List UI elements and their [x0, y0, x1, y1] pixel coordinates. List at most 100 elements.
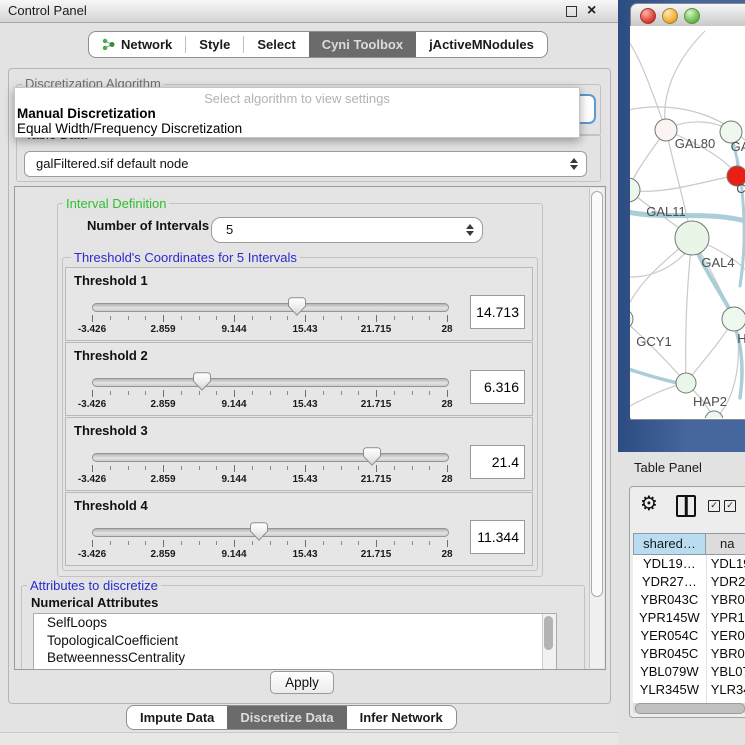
close-traffic-light-icon[interactable]	[640, 8, 656, 24]
control-panel-tabbar: Network Style Select Cyni Toolbox jActiv…	[88, 31, 548, 58]
numerical-attributes-list[interactable]: SelfLoopsTopologicalCoefficientBetweenne…	[33, 613, 557, 670]
panel-scrollbar[interactable]	[589, 188, 604, 668]
threshold-value-field[interactable]: 14.713	[470, 295, 525, 329]
list-item[interactable]: BetweennessCentrality	[34, 649, 556, 667]
panel-title: Control Panel	[8, 0, 87, 22]
select-all-checkbox-icon[interactable]: ✓	[708, 500, 720, 512]
slider-thumb[interactable]	[250, 522, 268, 541]
list-item[interactable]: TopologicalCoefficient	[34, 632, 556, 650]
control-panel: Control Panel × Network Style Select Cyn…	[0, 0, 619, 745]
table-row[interactable]: YBR043CYBR04	[633, 591, 745, 609]
slider-track[interactable]	[92, 303, 449, 312]
node-label: HAP2	[693, 394, 727, 409]
split-columns-icon[interactable]	[676, 495, 696, 517]
slider-ticks	[92, 315, 447, 323]
threshold-label: Threshold 4	[74, 498, 148, 513]
table-row[interactable]: YER054CYER05	[633, 627, 745, 645]
threshold-label: Threshold 1	[74, 273, 148, 288]
algorithm-dropdown-popup: Select algorithm to view settings Manual…	[14, 87, 580, 138]
tab-infer-network[interactable]: Infer Network	[347, 706, 456, 729]
close-icon[interactable]: ×	[587, 0, 596, 22]
tab-network[interactable]: Network	[89, 32, 185, 57]
attributes-group-title: Attributes to discretize	[27, 578, 161, 593]
apply-button[interactable]: Apply	[270, 671, 334, 694]
list-item[interactable]: SelfLoops	[34, 614, 556, 632]
threshold-slider: -3.4262.8599.14415.4321.71528	[92, 371, 447, 413]
algorithm-option-equal-width[interactable]: Equal Width/Frequency Discretization	[15, 121, 579, 136]
number-of-intervals-value: 5	[226, 218, 233, 242]
network-node[interactable]	[676, 373, 696, 393]
list-scrollbar[interactable]	[542, 614, 556, 670]
network-node[interactable]	[722, 307, 745, 331]
zoom-traffic-light-icon[interactable]	[684, 8, 700, 24]
node-label: GAL80	[675, 136, 715, 151]
cyni-mode-tabbar: Impute Data Discretize Data Infer Networ…	[126, 705, 457, 730]
table-row[interactable]: YDL19…YDL19	[633, 555, 745, 573]
settings-scroll-panel: Interval Definition Number of Intervals …	[14, 186, 606, 670]
network-node[interactable]	[705, 411, 723, 418]
threshold-value-field[interactable]: 21.4	[470, 445, 525, 479]
tab-cyni-toolbox[interactable]: Cyni Toolbox	[309, 32, 416, 57]
node-label: GAL11	[646, 204, 686, 219]
table-row[interactable]: YPR145WYPR14	[633, 609, 745, 627]
tab-label: Network	[121, 37, 172, 52]
interval-definition-title: Interval Definition	[63, 196, 169, 211]
threshold-panel-2: Threshold 2 -3.4262.8599.14415.4321.7152…	[65, 342, 533, 416]
tab-jactivemnodules[interactable]: jActiveMNodules	[416, 32, 547, 57]
tab-style[interactable]: Style	[186, 32, 243, 57]
scrollbar-thumb[interactable]	[635, 703, 745, 714]
threshold-value-field[interactable]: 6.316	[470, 370, 525, 404]
network-node[interactable]	[675, 221, 709, 255]
node-label: C	[736, 181, 745, 196]
threshold-slider: -3.4262.8599.14415.4321.71528	[92, 296, 447, 338]
threshold-panel-3: Threshold 3 -3.4262.8599.14415.4321.7152…	[65, 417, 533, 491]
minimize-traffic-light-icon[interactable]	[662, 8, 678, 24]
gear-icon[interactable]: ⚙	[640, 491, 658, 515]
tick-label: 21.715	[361, 474, 392, 485]
tick-label: 2.859	[150, 549, 175, 560]
table-row[interactable]: YBL079WYBL07	[633, 663, 745, 681]
network-window-titlebar[interactable]	[631, 4, 745, 28]
tick-label: 21.715	[361, 549, 392, 560]
slider-track[interactable]	[92, 528, 449, 537]
threshold-value-field[interactable]: 11.344	[470, 520, 525, 554]
tick-label: -3.426	[78, 399, 106, 410]
slider-ticks	[92, 390, 447, 398]
select-none-checkbox-icon[interactable]: ✓	[724, 500, 736, 512]
scrollbar-thumb[interactable]	[591, 191, 603, 597]
table-panel-title: Table Panel	[634, 460, 702, 475]
threshold-slider: -3.4262.8599.14415.4321.71528	[92, 521, 447, 563]
float-window-icon[interactable]	[566, 6, 577, 17]
tick-label: 9.144	[221, 549, 246, 560]
table-horizontal-scrollbar[interactable]	[633, 703, 745, 713]
status-strip	[0, 733, 618, 745]
slider-thumb[interactable]	[193, 372, 211, 391]
tab-impute-data[interactable]: Impute Data	[127, 706, 227, 729]
table-body: YDL19…YDL19YDR27…YDR27YBR043CYBR04YPR145…	[633, 555, 745, 703]
slider-track[interactable]	[92, 453, 449, 462]
network-icon	[102, 38, 115, 51]
slider-thumb[interactable]	[363, 447, 381, 466]
table-row[interactable]: YDR27…YDR27	[633, 573, 745, 591]
table-row[interactable]: YBR045CYBR04	[633, 645, 745, 663]
node-label: GAL4	[701, 255, 734, 270]
network-node[interactable]	[630, 309, 633, 329]
column-header-shared-name[interactable]: shared…	[633, 533, 706, 555]
network-node[interactable]	[655, 119, 677, 141]
tick-label: -3.426	[78, 549, 106, 560]
algorithm-option-manual[interactable]: Manual Discretization	[15, 106, 579, 121]
slider-tick-labels: -3.4262.8599.14415.4321.71528	[92, 399, 447, 411]
slider-thumb[interactable]	[288, 297, 306, 316]
column-header-name[interactable]: na	[706, 533, 745, 555]
tab-select[interactable]: Select	[244, 32, 308, 57]
tab-discretize-data[interactable]: Discretize Data	[227, 706, 346, 729]
slider-track[interactable]	[92, 378, 449, 387]
table-data-combobox[interactable]: galFiltered.sif default node	[24, 151, 587, 177]
scrollbar-thumb[interactable]	[544, 616, 553, 650]
number-of-intervals-combobox[interactable]: 5	[211, 217, 483, 243]
slider-tick-labels: -3.4262.8599.14415.4321.71528	[92, 324, 447, 336]
tick-label: 2.859	[150, 324, 175, 335]
node-label: GA	[731, 139, 745, 154]
network-canvas[interactable]: GAL80GACGAL11GAL4GCY1HHAP2	[630, 26, 745, 418]
table-row[interactable]: YLR345WYLR34	[633, 681, 745, 699]
